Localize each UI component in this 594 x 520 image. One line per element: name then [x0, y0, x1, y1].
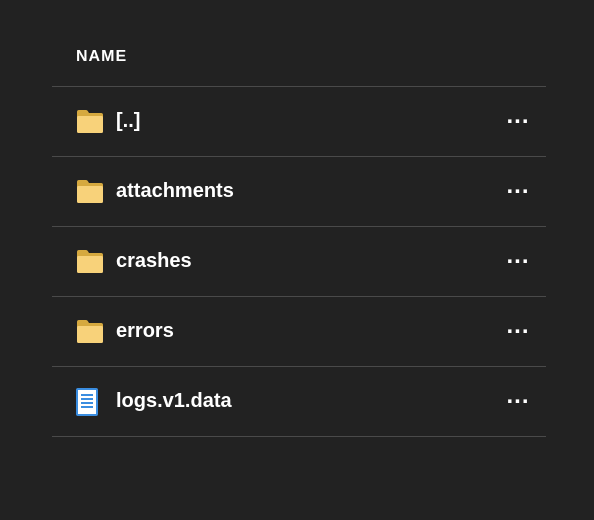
more-icon: ...	[506, 384, 529, 408]
column-header-name: NAME	[52, 40, 546, 87]
more-actions-button[interactable]: ...	[498, 180, 538, 204]
file-row[interactable]: errors...	[52, 297, 546, 367]
more-icon: ...	[506, 104, 529, 128]
file-row[interactable]: logs.v1.data...	[52, 367, 546, 437]
folder-icon	[76, 110, 116, 134]
folder-icon	[76, 250, 116, 274]
more-icon: ...	[506, 174, 529, 198]
file-row[interactable]: crashes...	[52, 227, 546, 297]
more-actions-button[interactable]: ...	[498, 110, 538, 134]
more-icon: ...	[506, 314, 529, 338]
more-actions-button[interactable]: ...	[498, 250, 538, 274]
file-icon	[76, 388, 116, 416]
file-row[interactable]: [..]...	[52, 87, 546, 157]
more-actions-button[interactable]: ...	[498, 390, 538, 414]
folder-icon	[76, 180, 116, 204]
file-listing: NAME [..]... attachments... crashes... e…	[0, 0, 594, 477]
more-icon: ...	[506, 244, 529, 268]
more-actions-button[interactable]: ...	[498, 320, 538, 344]
file-name: [..]	[116, 110, 498, 133]
file-row[interactable]: attachments...	[52, 157, 546, 227]
file-name: attachments	[116, 180, 498, 203]
file-name: errors	[116, 320, 498, 343]
file-name: logs.v1.data	[116, 390, 498, 413]
folder-icon	[76, 320, 116, 344]
file-name: crashes	[116, 250, 498, 273]
